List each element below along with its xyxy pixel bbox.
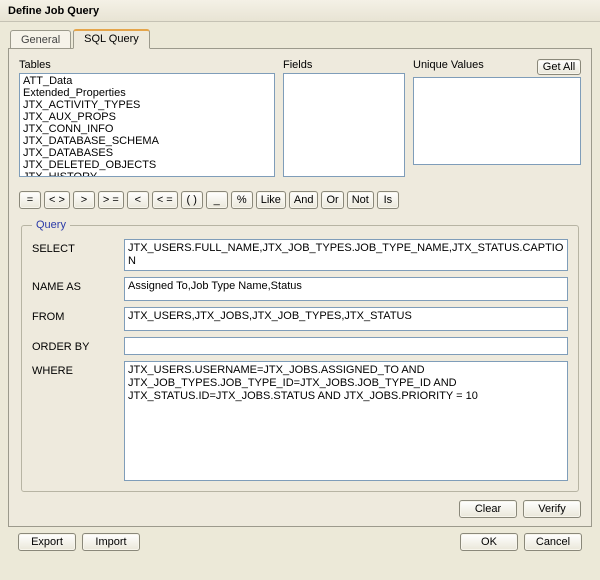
tabstrip: General SQL Query [10,28,594,48]
unique-values-label: Unique Values [413,59,531,71]
fields-listbox[interactable] [283,73,405,177]
ok-button[interactable]: OK [460,533,518,551]
list-item[interactable]: JTX_DATABASE_SCHEMA [21,135,273,147]
select-label: SELECT [32,239,124,255]
top-lists-row: Tables ATT_Data Extended_Properties JTX_… [19,59,581,177]
orderby-label: ORDER BY [32,337,124,353]
tab-sql-query[interactable]: SQL Query [73,29,150,49]
op-greater-button[interactable]: > [73,191,95,209]
op-percent-button[interactable]: % [231,191,253,209]
op-less-equal-button[interactable]: < = [152,191,178,209]
tables-label: Tables [19,59,275,71]
window-title: Define Job Query [8,5,99,17]
get-all-button[interactable]: Get All [537,59,581,75]
op-not-button[interactable]: Not [347,191,374,209]
panel-footer: Clear Verify [19,500,581,518]
tab-panel-sql: Tables ATT_Data Extended_Properties JTX_… [8,48,592,527]
title-bar: Define Job Query [0,0,600,22]
nameas-field[interactable] [124,277,568,301]
op-equals-button[interactable]: = [19,191,41,209]
op-parens-button[interactable]: ( ) [181,191,203,209]
tables-listbox[interactable]: ATT_Data Extended_Properties JTX_ACTIVIT… [19,73,275,177]
fields-column: Fields [283,59,405,177]
orderby-field[interactable] [124,337,568,355]
from-field[interactable] [124,307,568,331]
nameas-label: NAME AS [32,277,124,293]
op-is-button[interactable]: Is [377,191,399,209]
op-less-button[interactable]: < [127,191,149,209]
list-item[interactable]: JTX_DELETED_OBJECTS [21,159,273,171]
unique-column: Unique Values Get All [413,59,581,165]
op-or-button[interactable]: Or [321,191,343,209]
op-not-equals-button[interactable]: < > [44,191,70,209]
list-item[interactable]: JTX_AUX_PROPS [21,111,273,123]
list-item[interactable]: JTX_CONN_INFO [21,123,273,135]
clear-button[interactable]: Clear [459,500,517,518]
op-greater-equal-button[interactable]: > = [98,191,124,209]
export-button[interactable]: Export [18,533,76,551]
verify-button[interactable]: Verify [523,500,581,518]
list-item[interactable]: ATT_Data [21,75,273,87]
tables-column: Tables ATT_Data Extended_Properties JTX_… [19,59,275,177]
dialog-body: General SQL Query Tables ATT_Data Extend… [0,22,600,561]
query-group: Query SELECT NAME AS FROM ORDER BY WHERE [21,219,579,492]
op-underscore-button[interactable]: _ [206,191,228,209]
list-item[interactable]: JTX_DATABASES [21,147,273,159]
where-label: WHERE [32,361,124,377]
select-field[interactable] [124,239,568,271]
tab-general[interactable]: General [10,30,71,49]
query-legend: Query [32,219,70,231]
op-and-button[interactable]: And [289,191,319,209]
dialog-footer: Export Import OK Cancel [6,527,594,557]
list-item[interactable]: JTX_HISTORY [21,171,273,177]
fields-label: Fields [283,59,405,71]
unique-values-listbox[interactable] [413,77,581,165]
where-field[interactable] [124,361,568,481]
import-button[interactable]: Import [82,533,140,551]
cancel-button[interactable]: Cancel [524,533,582,551]
list-item[interactable]: Extended_Properties [21,87,273,99]
from-label: FROM [32,307,124,323]
op-like-button[interactable]: Like [256,191,286,209]
operators-row: = < > > > = < < = ( ) _ % Like And Or No… [19,191,581,209]
list-item[interactable]: JTX_ACTIVITY_TYPES [21,99,273,111]
